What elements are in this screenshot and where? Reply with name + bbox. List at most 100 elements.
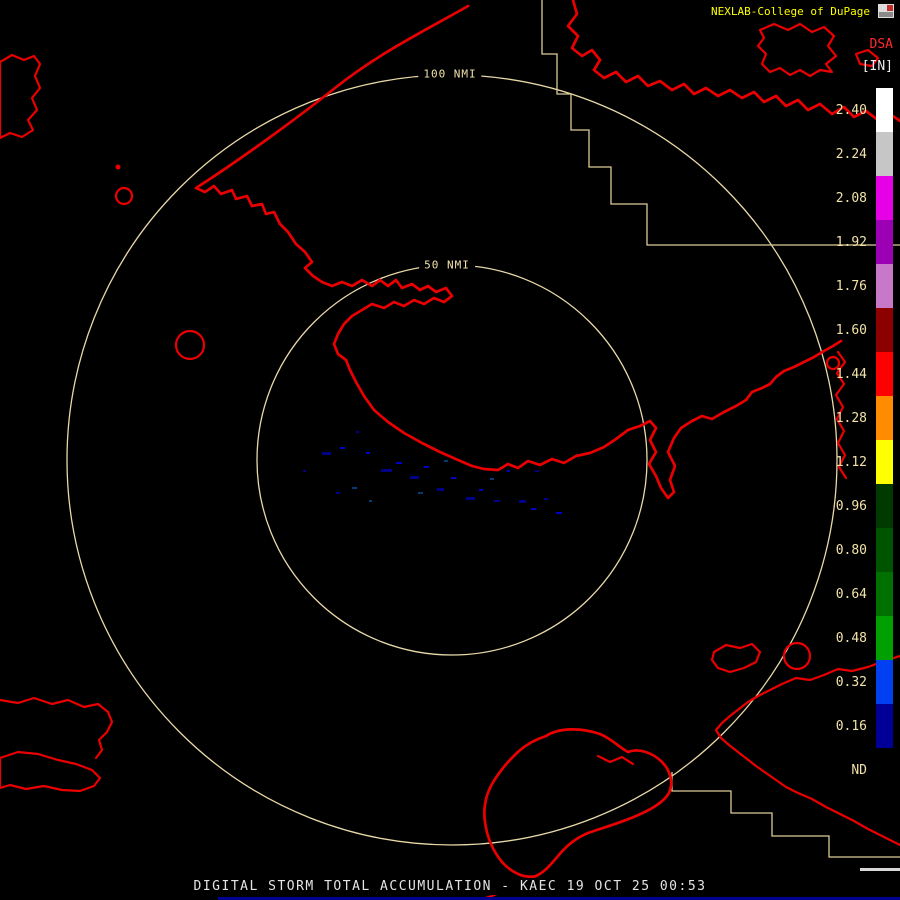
range-ring-100nmi: [67, 75, 837, 845]
precip-echoes: [303, 431, 562, 514]
precip-echo: [303, 470, 306, 472]
precip-echo: [352, 487, 357, 489]
lake-inner-detail: [598, 756, 633, 764]
island-southwest: [0, 752, 100, 791]
radar-map: [0, 0, 900, 900]
colorbar-swatch: [876, 132, 893, 176]
colorbar-label: 1.60: [829, 323, 867, 338]
product-code-label: DSA: [823, 37, 893, 52]
colorbar-row: 2.08: [829, 176, 893, 220]
page-title: NEXLAB-College of DuPage: [711, 5, 870, 18]
colorbar-label: 1.92: [829, 235, 867, 250]
colorbar-row: 1.28: [829, 396, 893, 440]
colorbar-row: 1.44: [829, 352, 893, 396]
colorbar-swatch: [876, 704, 893, 748]
colorbar-row: 0.80: [829, 528, 893, 572]
precip-echo: [356, 431, 359, 433]
colorbar-swatch: [876, 88, 893, 132]
colorbar-label: 1.44: [829, 367, 867, 382]
precip-echo: [340, 447, 345, 449]
precip-echo: [479, 489, 483, 491]
precip-echo: [490, 478, 494, 480]
colorbar-row: 1.92: [829, 220, 893, 264]
colorbar-row: ND: [829, 748, 893, 792]
colorbar-row: 1.76: [829, 264, 893, 308]
colorbar-label: 0.48: [829, 631, 867, 646]
precip-echo: [381, 469, 392, 472]
precip-echo: [424, 466, 429, 468]
colorbar-label: 2.24: [829, 147, 867, 162]
colorbar-swatch: [876, 308, 893, 352]
colorbar-row: 0.96: [829, 484, 893, 528]
precip-echo: [322, 452, 331, 455]
colorbar-swatch: [876, 660, 893, 704]
colorbar-swatch: [876, 616, 893, 660]
precip-echo: [410, 476, 419, 479]
colorbar-label: 0.80: [829, 543, 867, 558]
precip-echo: [544, 498, 548, 500]
units-label: [IN]: [823, 59, 893, 74]
precip-echo: [437, 488, 444, 491]
lake-southeast: [712, 644, 760, 672]
colorbar-swatch: [876, 440, 893, 484]
precip-echo: [444, 460, 448, 462]
colorbar-label: 0.64: [829, 587, 867, 602]
colorbar-row: 0.32: [829, 660, 893, 704]
precip-echo: [531, 508, 536, 510]
precip-echo: [366, 452, 370, 454]
colorbar-label: 1.28: [829, 411, 867, 426]
colorbar-label: 0.96: [829, 499, 867, 514]
colorbar-row: 2.24: [829, 132, 893, 176]
colorbar: 2.40 2.24 2.08 1.92 1.76 1.60 1.44 1.28 1.12 0.96…: [829, 88, 893, 792]
lake-circle-southeast: [784, 643, 810, 669]
colorbar-row: 0.48: [829, 616, 893, 660]
islet-dot-northwest: [116, 165, 121, 170]
precip-echo: [336, 492, 340, 494]
colorbar-rows: 2.40 2.24 2.08 1.92 1.76 1.60 1.44 1.28 1.12 0.96…: [829, 88, 893, 792]
colorbar-swatch: [876, 572, 893, 616]
colorbar-label: 2.08: [829, 191, 867, 206]
lake-circle-west: [176, 331, 204, 359]
colorbar-row: 0.16: [829, 704, 893, 748]
ring-label-100nmi: 100 NMI: [418, 67, 481, 82]
lake-circle-northwest: [116, 188, 132, 204]
island-northwest: [0, 55, 40, 138]
colorbar-row: 1.60: [829, 308, 893, 352]
status-bar: DIGITAL STORM TOTAL ACCUMULATION - KAEC …: [188, 878, 713, 895]
precip-echo: [556, 512, 562, 514]
colorbar-swatch: [876, 220, 893, 264]
colorbar-swatch: [876, 484, 893, 528]
colorbar-row: 0.64: [829, 572, 893, 616]
colorbar-label: 0.16: [829, 719, 867, 734]
logo-glyph: [877, 3, 895, 19]
radar-display: 100 NMI 50 NMI NEXLAB-College of DuPage …: [0, 0, 900, 900]
colorbar-row: 2.40: [829, 88, 893, 132]
coastline-main: [196, 6, 841, 498]
colorbar-row: 1.12: [829, 440, 893, 484]
precip-echo: [507, 470, 510, 472]
precip-echo: [451, 477, 456, 479]
colorbar-label: 1.12: [829, 455, 867, 470]
colorbar-label: ND: [829, 763, 867, 778]
precip-echo: [396, 462, 402, 464]
coastlines: [0, 0, 900, 900]
colorbar-label: 1.76: [829, 279, 867, 294]
lake-bottom-center: [484, 729, 671, 876]
precip-echo: [535, 470, 539, 472]
nexlab-logo-icon: [877, 3, 895, 19]
precip-echo: [369, 500, 372, 502]
colorbar-label: 2.40: [829, 103, 867, 118]
colorbar-swatch: [876, 176, 893, 220]
colorbar-swatch: [876, 396, 893, 440]
range-ring-50nmi: [257, 265, 647, 655]
colorbar-label: 0.32: [829, 675, 867, 690]
colorbar-swatch: [876, 352, 893, 396]
range-rings: [67, 75, 837, 845]
ring-label-50nmi: 50 NMI: [419, 258, 475, 273]
scale-tick: [860, 868, 900, 871]
precip-echo: [418, 492, 423, 494]
colorbar-swatch: [876, 264, 893, 308]
precip-echo: [494, 500, 500, 502]
precip-echo: [519, 500, 526, 503]
precip-echo: [466, 497, 475, 500]
